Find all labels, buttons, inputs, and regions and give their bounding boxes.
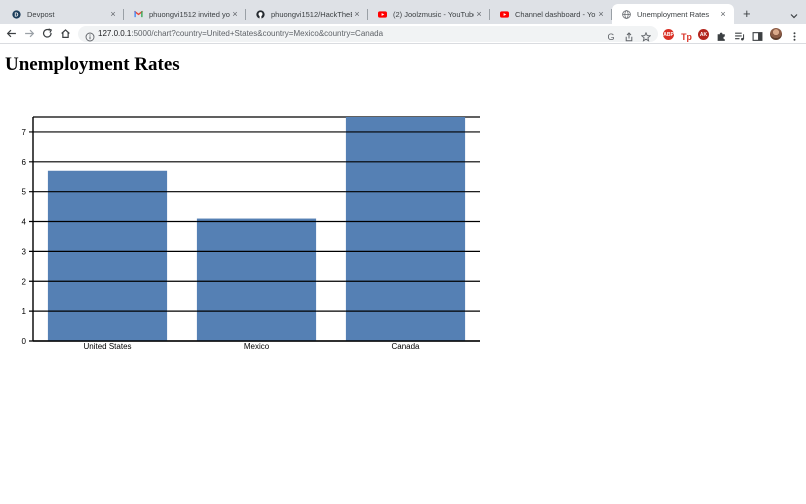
puzzle-piece-icon[interactable] [716,29,727,41]
tab-title: Devpost [27,9,55,19]
url-host: 127.0.0.1 [98,29,132,38]
x-tick-label: Mexico [244,342,270,351]
tab-youtube-joolz[interactable]: (2) Joolzmusic - YouTube × [368,4,490,24]
reload-icon[interactable] [41,27,54,40]
browser-toolbar: 127.0.0.1:5000/chart?country=United+Stat… [0,24,806,44]
close-icon[interactable]: × [230,9,240,19]
devpost-icon: D [12,9,21,19]
page-title: Unemployment Rates [5,54,180,75]
bar-canada [345,117,466,341]
home-icon[interactable] [59,27,72,40]
svg-text:Tp: Tp [681,32,692,42]
y-tick-label: 0 [22,337,27,346]
google-icon[interactable]: G [606,29,616,42]
url-path: :5000/chart?country=United+States&countr… [131,29,384,38]
x-tick-label: Canada [391,342,420,351]
close-icon[interactable]: × [596,9,606,19]
svg-text:D: D [15,12,19,18]
svg-text:G: G [607,32,614,42]
tab-title: phuongvi1512/HackTheBrea [271,9,352,19]
tab-gmail[interactable]: phuongvi1512 invited you to × [124,4,246,24]
y-tick-label: 5 [22,188,27,197]
tab-title: (2) Joolzmusic - YouTube [393,9,474,19]
globe-icon [622,9,631,19]
info-icon[interactable] [85,29,95,42]
tab-title: phuongvi1512 invited you to [149,9,230,19]
y-tick-label: 4 [22,218,27,227]
y-tick-label: 2 [22,277,27,286]
address-bar[interactable]: 127.0.0.1:5000/chart?country=United+Stat… [78,26,658,42]
profile-avatar[interactable] [770,28,782,40]
tab-strip: D Devpost × phuongvi1512 invited you to … [0,0,806,24]
more-menu-icon[interactable] [789,29,800,41]
youtube-icon [500,10,509,19]
chevron-down-icon[interactable] [789,8,799,19]
side-panel-icon[interactable] [752,29,763,41]
y-tick-label: 1 [22,307,27,316]
bar-united-states [47,170,168,341]
close-icon[interactable]: × [474,9,484,19]
ak-extension-icon[interactable]: AK [698,29,709,40]
bar-mexico [196,218,317,341]
forward-arrow-icon[interactable] [23,27,36,40]
tab-youtube-dashboard[interactable]: Channel dashboard - YouTu × [490,4,612,24]
unemployment-bar-chart: 0 1 2 3 4 5 6 7 United States Mexico Canada [22,116,480,351]
bookmark-star-icon[interactable] [640,29,652,42]
gmail-icon [134,10,143,19]
media-queue-icon[interactable] [734,29,745,41]
github-icon [256,9,265,19]
url-text[interactable]: 127.0.0.1:5000/chart?country=United+Stat… [98,28,383,40]
tab-title: Unemployment Rates [637,9,710,19]
tab-title: Channel dashboard - YouTu [515,9,596,19]
adblock-icon[interactable]: ABP [663,29,674,40]
close-icon[interactable]: × [718,9,728,19]
x-tick-label: United States [83,342,131,351]
y-tick-label: 7 [22,128,27,137]
new-tab-button[interactable]: + [743,7,751,20]
youtube-icon [378,10,387,19]
close-icon[interactable]: × [352,9,362,19]
tab-github[interactable]: phuongvi1512/HackTheBrea × [246,4,368,24]
y-tick-label: 6 [22,158,27,167]
back-arrow-icon[interactable] [5,27,18,40]
tab-unemployment-rates[interactable]: Unemployment Rates × [612,4,734,24]
tab-devpost[interactable]: D Devpost × [2,4,124,24]
y-tick-label: 3 [22,247,27,256]
share-icon[interactable] [624,29,634,42]
tp-extension-icon[interactable]: Tp [681,29,692,42]
close-icon[interactable]: × [108,9,118,19]
